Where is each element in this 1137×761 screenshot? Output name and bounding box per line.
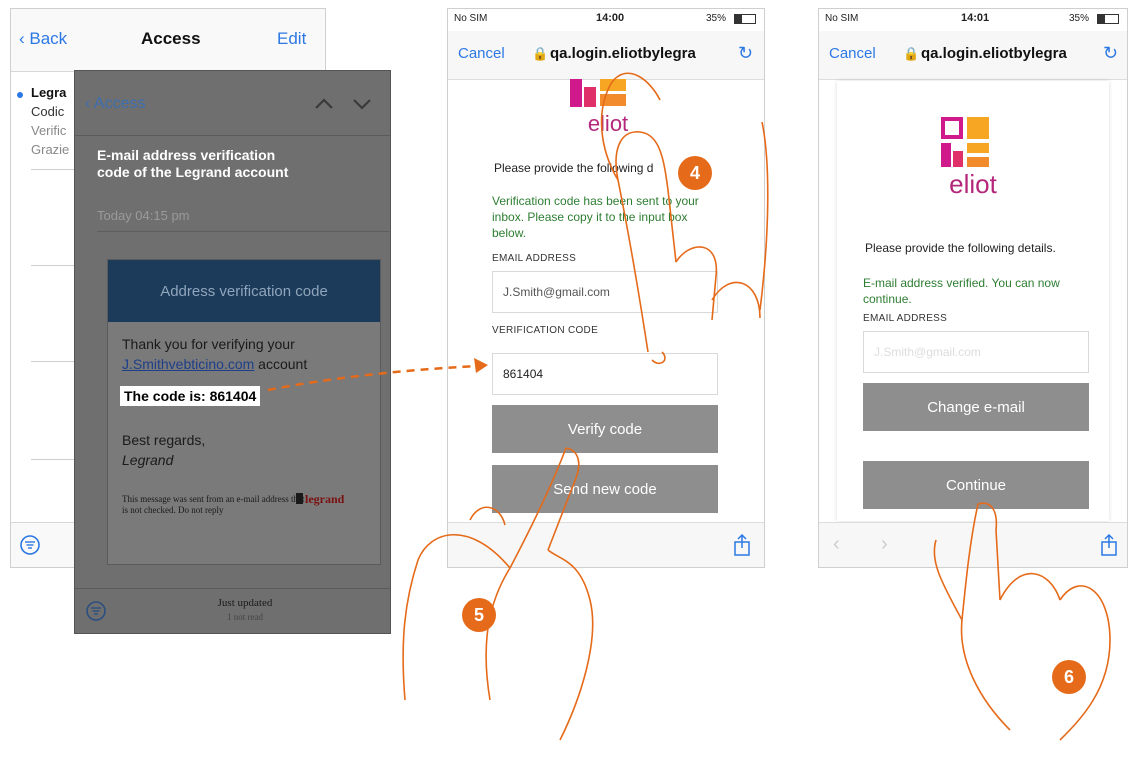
annotation-overlay (267, 72, 1111, 741)
copy-arrow-icon (267, 358, 488, 392)
hand-pointer-icon (402, 447, 594, 741)
step-badge-4: 4 (678, 156, 712, 190)
step-badge-6: 6 (1052, 660, 1086, 694)
step-badge-5: 5 (462, 598, 496, 632)
hand-pointer-icon (933, 502, 1111, 741)
hand-pointer-icon (600, 72, 769, 365)
